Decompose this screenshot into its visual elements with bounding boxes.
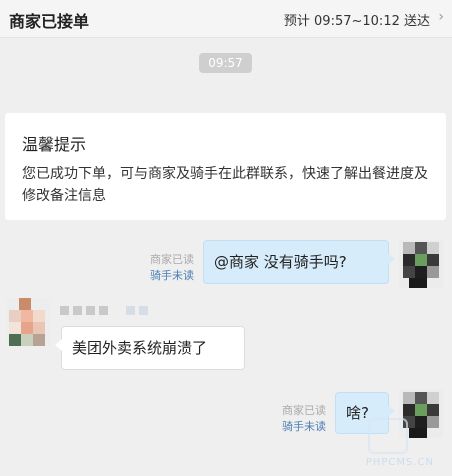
notice-body: 您已成功下单，可与商家及骑手在此群联系，快速了解出餐进度及修改备注信息 <box>22 166 428 204</box>
read-status: 商家已读 骑手未读 <box>272 403 326 435</box>
merchant-read-status: 商家已读 <box>150 253 194 266</box>
chat-timestamp: 09:57 <box>199 53 252 73</box>
message-text: 美团外卖系统崩溃了 <box>72 339 208 357</box>
message-text: 啥? <box>346 404 369 422</box>
order-header: 商家已接单 预计 09:57~10:12 送达 › <box>0 0 452 38</box>
chevron-right-icon[interactable]: › <box>438 9 444 25</box>
read-status: 商家已读 骑手未读 <box>140 252 194 284</box>
watermark-logo <box>368 418 408 454</box>
rider-read-status: 骑手未读 <box>282 420 326 433</box>
notice-title: 温馨提示 <box>22 135 87 154</box>
merchant-name-pixelated <box>60 300 152 315</box>
message-bubble-received[interactable]: 美团外卖系统崩溃了 <box>55 326 245 370</box>
notice-card: 温馨提示 您已成功下单，可与商家及骑手在此群联系，快速了解出餐进度及修改备注信息 <box>5 113 446 220</box>
my-avatar[interactable] <box>399 240 443 288</box>
watermark-text: PHPCMS.CN <box>365 457 434 468</box>
order-status-title: 商家已接单 <box>9 12 90 31</box>
merchant-read-status: 商家已读 <box>282 404 326 417</box>
rider-read-status: 骑手未读 <box>150 269 194 282</box>
message-bubble-sent[interactable]: @商家 没有骑手吗? <box>203 240 395 284</box>
delivery-eta-link[interactable]: 预计 09:57~10:12 送达 <box>284 10 430 29</box>
message-text: @商家 没有骑手吗? <box>214 253 347 271</box>
merchant-avatar[interactable] <box>7 298 51 346</box>
